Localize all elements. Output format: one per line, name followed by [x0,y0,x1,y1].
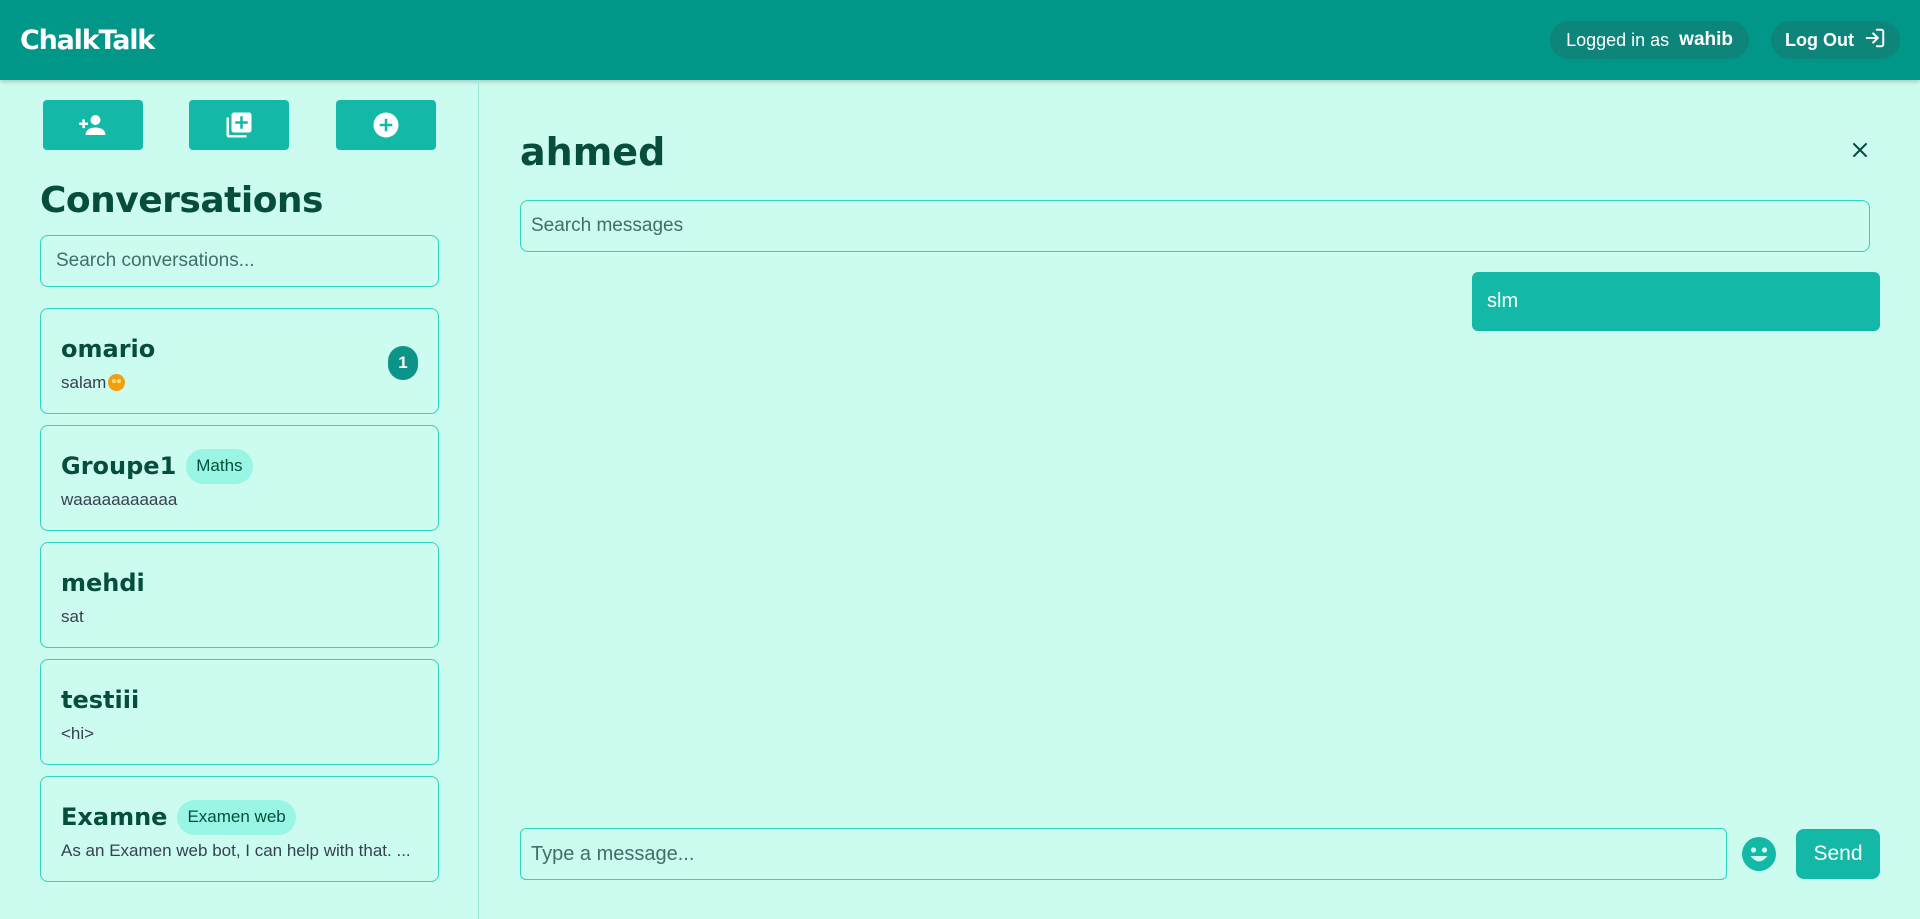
add-group-button[interactable] [189,100,289,150]
sidebar-actions [43,100,436,150]
conversation-preview: salam [61,373,421,393]
top-bar: ChalkTalk Logged in as wahib Log Out [0,0,1920,80]
emoji-icon [1742,837,1776,871]
conversation-list: omario salam 1 Groupe1 Maths waaaaaaaaaa… [40,308,439,893]
app-brand: ChalkTalk [20,24,155,56]
preview-text: salam [61,373,107,392]
message-text: slm [1487,290,1519,312]
search-conversations-input[interactable] [40,235,439,287]
logout-button[interactable]: Log Out [1771,21,1900,59]
chat-panel: ahmed slm Send [480,80,1920,919]
conversation-name: testiii [61,686,140,714]
username: wahib [1679,29,1734,50]
conversation-header: Groupe1 Maths [61,448,418,484]
conversation-item-examne[interactable]: Examne Examen web As an Examen web bot, … [40,776,439,882]
sidebar: Conversations omario salam 1 Groupe1 Mat… [0,80,479,919]
add-user-icon [79,115,106,135]
logout-label: Log Out [1785,29,1854,50]
close-chat-button[interactable] [1848,138,1872,162]
subject-tag: Maths [186,448,253,484]
emoji-face-icon [108,374,126,391]
conversation-name: mehdi [61,569,145,597]
conversation-header: testiii [61,684,418,716]
conversations-title: Conversations [40,180,323,221]
conversation-header: Examne Examen web [61,799,418,835]
conversation-name: Examne [61,803,168,831]
conversation-item-testiii[interactable]: testiii <hi> [40,659,439,765]
conversation-header: mehdi [61,567,418,599]
unread-badge: 1 [388,346,418,380]
conversation-preview: <hi> [61,724,95,743]
message-bubble-outgoing: slm [1472,272,1880,331]
conversation-preview: As an Examen web bot, I can help with th… [61,841,411,860]
logged-in-label: Logged in as [1566,29,1670,50]
logout-icon [1864,27,1886,54]
conversation-item-mehdi[interactable]: mehdi sat [40,542,439,648]
header-user-area: Logged in as wahib Log Out [1550,21,1900,59]
conversation-item-omario[interactable]: omario salam 1 [40,308,439,414]
add-group-icon [226,112,252,138]
send-button[interactable]: Send [1796,829,1880,879]
chat-title: ahmed [520,130,666,174]
add-user-button[interactable] [43,100,143,150]
subject-tag: Examen web [177,799,296,835]
conversation-preview: sat [61,607,84,626]
add-circle-icon [373,112,399,138]
conversation-item-groupe1[interactable]: Groupe1 Maths waaaaaaaaaaa [40,425,439,531]
close-icon [1853,143,1867,157]
emoji-button[interactable] [1741,836,1777,872]
message-input[interactable] [520,828,1727,880]
logged-in-indicator: Logged in as wahib [1550,21,1750,59]
add-circle-button[interactable] [336,100,436,150]
conversation-name: omario [61,335,156,363]
conversation-header: omario [61,333,418,365]
search-messages-input[interactable] [520,200,1870,252]
conversation-name: Groupe1 [61,452,177,480]
conversation-preview: waaaaaaaaaaa [61,490,178,509]
